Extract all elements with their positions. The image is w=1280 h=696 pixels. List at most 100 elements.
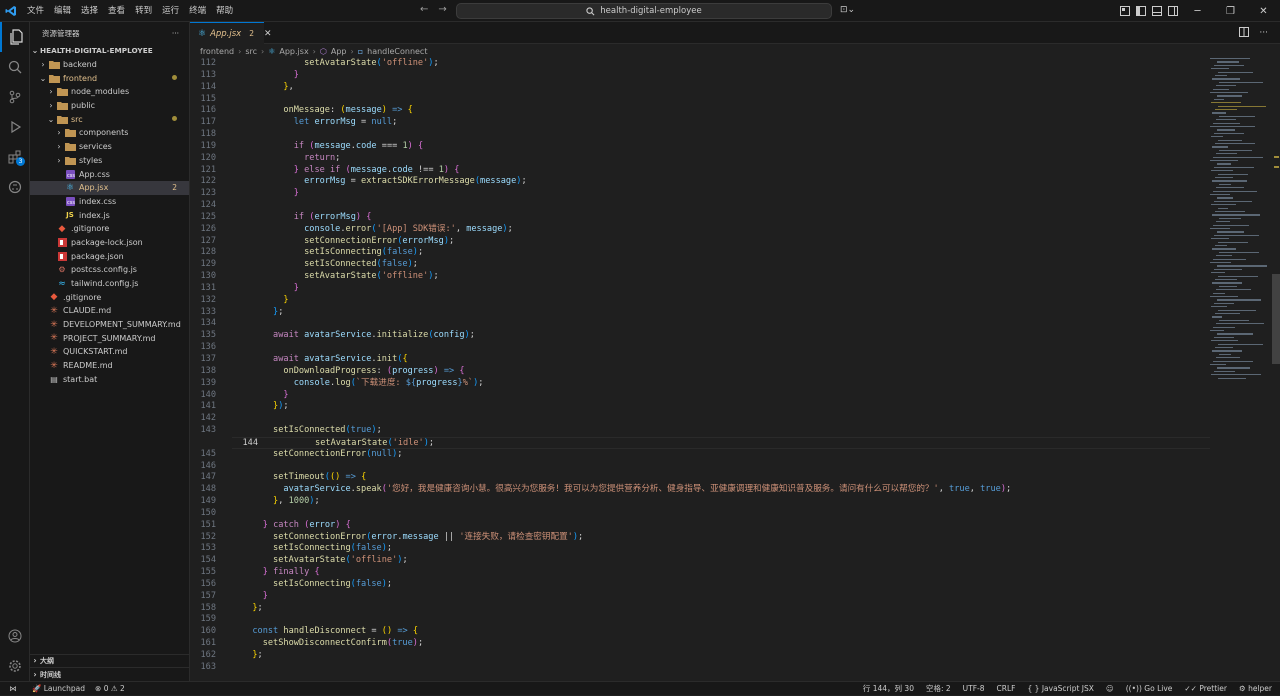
code-line[interactable]: 123 } [190,188,298,200]
settings-gear-icon[interactable] [0,651,30,681]
copilot-icon[interactable]: ☺ [1106,684,1114,693]
tab-app-jsx[interactable]: ⚛ App.jsx 2 ✕ [190,22,272,44]
code-line[interactable]: 124 [190,200,216,212]
code-line[interactable]: 131 } [190,283,298,295]
code-line[interactable]: 150 [190,508,216,520]
code-line[interactable]: 115 [190,94,216,106]
tree-item[interactable]: › styles [30,154,189,168]
code-line[interactable]: 162 }; [190,650,262,662]
code-line[interactable]: 120 return; [190,153,340,165]
scrollbar-thumb[interactable] [1272,274,1280,364]
code-line[interactable]: 148 avatarService.speak('您好，我是健康咨询小慧。很高兴… [190,484,1011,496]
tree-item[interactable]: ✳ PROJECT_SUMMARY.md [30,331,189,345]
code-line[interactable]: 141 }); [190,401,288,413]
tree-item[interactable]: ⚙ postcss.config.js [30,263,189,277]
tree-item[interactable]: css index.css [30,195,189,209]
go-live-button[interactable]: ((•)) Go Live [1126,684,1173,693]
explorer-icon[interactable] [0,22,30,52]
menu-item[interactable]: 查看 [103,0,130,22]
workspace-root[interactable]: ⌄ HEALTH-DIGITAL-EMPLOYEE [30,44,189,58]
code-line[interactable]: 127 setConnectionError(errorMsg); [190,236,454,248]
split-editor-icon[interactable] [1239,26,1250,40]
tree-item[interactable]: › public [30,99,189,113]
remote-indicator-icon[interactable]: ⋈ [4,682,22,696]
breadcrumb-item[interactable]: App [331,47,347,56]
cursor-position[interactable]: 行 144，列 30 [863,683,914,694]
code-line[interactable]: 156 setIsConnecting(false); [190,579,392,591]
back-arrow-icon[interactable]: ← [420,4,428,15]
customize-layout-icon[interactable] [1117,0,1133,22]
tree-item[interactable]: css App.css [30,167,189,181]
language-mode[interactable]: { } JavaScript JSX [1028,684,1094,693]
toggle-primary-sidebar-icon[interactable] [1133,0,1149,22]
code-line[interactable]: 130 setAvatarState('offline'); [190,271,438,283]
code-line[interactable]: 139 console.log(`下载进度: ${progress}%`); [190,378,483,390]
extensions-icon[interactable]: 3 [0,142,30,172]
code-line[interactable]: 136 [190,342,216,354]
menu-item[interactable]: 转到 [130,0,157,22]
code-line[interactable]: 160 const handleDisconnect = () => { [190,626,418,638]
tree-item[interactable]: ◆ .gitignore [30,290,189,304]
tree-item[interactable]: JS index.js [30,208,189,222]
outline-section[interactable]: › 大纲 [30,653,190,668]
code-line[interactable]: 142 [190,413,216,425]
code-editor[interactable]: 112 setAvatarState('offline'); 113 } 114 }… [190,58,1210,681]
code-line[interactable]: 122 errorMsg = extractSDKErrorMessage(me… [190,176,526,188]
code-line[interactable]: 126 console.error('[App] SDK错误:', messag… [190,224,512,236]
tree-item[interactable]: package.json [30,249,189,263]
tree-item[interactable]: › components [30,126,189,140]
problems-indicator[interactable]: ⊗ 0 ⚠ 2 [95,684,125,693]
code-line[interactable]: 135 await avatarService.initialize(confi… [190,330,474,342]
code-line[interactable]: 144 setAvatarState('idle'); [232,436,1210,449]
forward-arrow-icon[interactable]: → [438,4,446,15]
code-line[interactable]: 114 }, [190,82,293,94]
tree-item[interactable]: ✳ CLAUDE.md [30,304,189,318]
close-button[interactable]: ✕ [1247,0,1280,22]
code-line[interactable]: 138 onDownloadProgress: (progress) => { [190,366,464,378]
code-line[interactable]: 151 } catch (error) { [190,520,350,532]
menu-item[interactable]: 编辑 [49,0,76,22]
code-line[interactable]: 113 } [190,70,298,82]
more-actions-icon[interactable]: ··· [1259,28,1268,38]
source-control-icon[interactable] [0,82,30,112]
tree-item[interactable]: ✳ README.md [30,359,189,373]
code-line[interactable]: 163 [190,662,216,674]
breadcrumb-item[interactable]: handleConnect [367,47,427,56]
toggle-secondary-sidebar-icon[interactable] [1165,0,1181,22]
breadcrumb-item[interactable]: src [245,47,257,56]
code-line[interactable]: 149 }, 1000); [190,496,319,508]
menu-item[interactable]: 选择 [76,0,103,22]
code-line[interactable]: 155 } finally { [190,567,319,579]
tree-item[interactable]: package-lock.json [30,236,189,250]
tree-item[interactable]: ▤ start.bat [30,373,189,387]
code-line[interactable]: 152 setConnectionError(error.message || … [190,532,583,544]
tree-item[interactable]: ✳ DEVELOPMENT_SUMMARY.md [30,318,189,332]
launchpad-item[interactable]: 🚀 Launchpad [32,684,85,693]
code-line[interactable]: 137 await avatarService.init({ [190,354,407,366]
helper-item[interactable]: ⚙ helper [1239,684,1272,693]
tree-item[interactable]: ✳ QUICKSTART.md [30,345,189,359]
tree-item[interactable]: ◆ .gitignore [30,222,189,236]
menu-item[interactable]: 文件 [22,0,49,22]
account-icon[interactable] [0,621,30,651]
toggle-panel-icon[interactable] [1149,0,1165,22]
code-line[interactable]: 112 setAvatarState('offline'); [190,58,438,70]
code-line[interactable]: 121 } else if (message.code !== 1) { [190,165,459,177]
code-line[interactable]: 159 [190,614,216,626]
code-line[interactable]: 118 [190,129,216,141]
tree-item[interactable]: ⌄ src [30,112,189,126]
tree-item[interactable]: › node_modules [30,85,189,99]
code-line[interactable]: 157 } [190,591,267,603]
indentation[interactable]: 空格: 2 [926,683,951,694]
menu-item[interactable]: 运行 [157,0,184,22]
minimap[interactable] [1210,58,1268,388]
code-line[interactable]: 158 }; [190,603,262,615]
code-line[interactable]: 143 setIsConnected(true); [190,425,381,437]
code-line[interactable]: 132 } [190,295,288,307]
minimize-button[interactable]: ─ [1181,0,1214,22]
github-icon[interactable] [0,172,30,202]
tree-item[interactable]: › services [30,140,189,154]
more-actions-icon[interactable]: ··· [172,29,179,38]
copilot-chat-icon[interactable]: ⊡⌄ [840,5,855,15]
breadcrumb-item[interactable]: App.jsx [279,47,308,56]
